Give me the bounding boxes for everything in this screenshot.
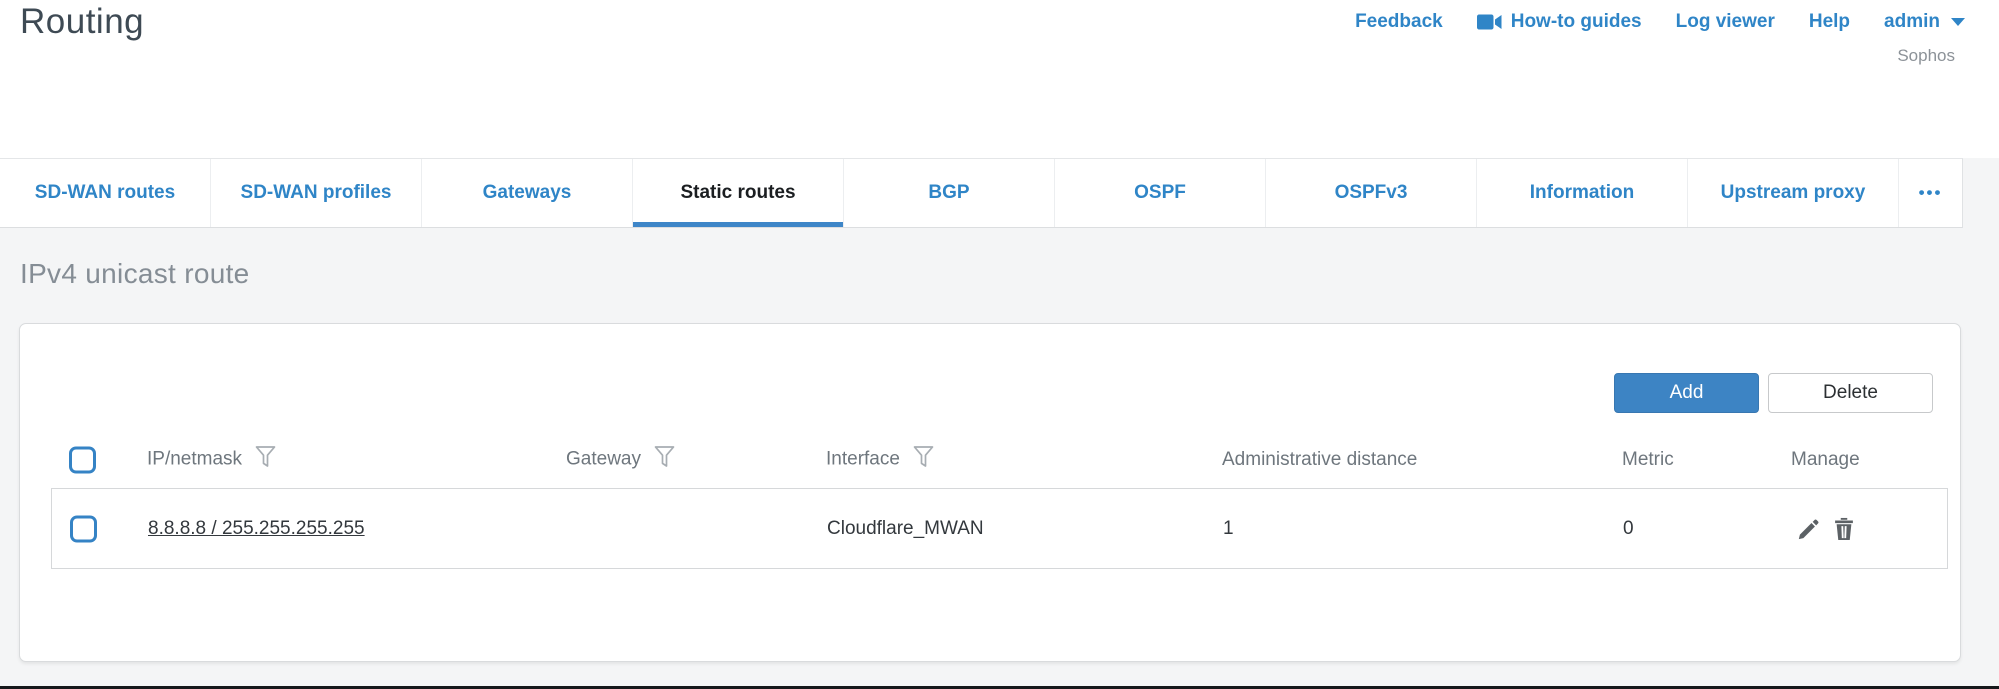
feedback-link[interactable]: Feedback <box>1355 11 1443 33</box>
row-checkbox[interactable] <box>70 515 97 542</box>
tab-bgp[interactable]: BGP <box>844 159 1055 227</box>
delete-icon[interactable] <box>1831 516 1857 542</box>
delete-button[interactable]: Delete <box>1768 373 1933 413</box>
tab-overflow-menu[interactable]: ••• <box>1899 159 1962 227</box>
section-heading: IPv4 unicast route <box>20 258 250 290</box>
header-nav: Feedback How-to guides Log viewer Help a… <box>1355 11 1965 33</box>
help-link[interactable]: Help <box>1809 11 1850 33</box>
table-row: 8.8.8.8 / 255.255.255.255 Cloudflare_MWA… <box>51 488 1948 569</box>
tab-sdwan-profiles[interactable]: SD-WAN profiles <box>211 159 422 227</box>
routing-tabbar: SD-WAN routes SD-WAN profiles Gateways S… <box>0 158 1963 228</box>
admin-menu[interactable]: admin <box>1884 11 1965 33</box>
page-title: Routing <box>20 2 144 42</box>
tab-static-routes[interactable]: Static routes <box>633 159 844 227</box>
page-header: Routing Feedback How-to guides Log viewe… <box>0 0 1999 158</box>
tab-ospfv3[interactable]: OSPFv3 <box>1266 159 1477 227</box>
caret-down-icon <box>1951 18 1965 26</box>
route-interface-cell: Cloudflare_MWAN <box>827 518 984 540</box>
column-administrative-distance: Administrative distance <box>1222 449 1417 471</box>
log-viewer-link[interactable]: Log viewer <box>1676 11 1775 33</box>
tab-information[interactable]: Information <box>1477 159 1688 227</box>
howto-guides-link[interactable]: How-to guides <box>1477 11 1642 33</box>
filter-icon[interactable] <box>255 445 276 474</box>
column-gateway: Gateway <box>566 445 675 474</box>
route-manage-cell <box>1796 516 1857 542</box>
column-manage: Manage <box>1791 449 1860 471</box>
route-ip-netmask-link[interactable]: 8.8.8.8 / 255.255.255.255 <box>148 518 365 540</box>
select-all-checkbox[interactable] <box>69 446 96 473</box>
tab-sdwan-routes[interactable]: SD-WAN routes <box>0 159 211 227</box>
column-interface: Interface <box>826 445 934 474</box>
table-header-row: IP/netmask Gateway Interface Administrat… <box>20 431 1960 488</box>
routing-page: Routing Feedback How-to guides Log viewe… <box>0 0 1999 689</box>
add-button[interactable]: Add <box>1614 373 1759 413</box>
route-metric-cell: 0 <box>1623 518 1634 540</box>
column-ip-netmask: IP/netmask <box>147 445 276 474</box>
route-administrative-distance-cell: 1 <box>1223 518 1234 540</box>
column-metric: Metric <box>1622 449 1674 471</box>
static-routes-panel: Add Delete IP/netmask Gateway Interface <box>19 323 1961 662</box>
video-camera-icon <box>1477 13 1502 31</box>
filter-icon[interactable] <box>654 445 675 474</box>
tab-upstream-proxy[interactable]: Upstream proxy <box>1688 159 1899 227</box>
tab-ospf[interactable]: OSPF <box>1055 159 1266 227</box>
brand-label: Sophos <box>1897 46 1955 66</box>
tab-gateways[interactable]: Gateways <box>422 159 633 227</box>
filter-icon[interactable] <box>913 445 934 474</box>
edit-icon[interactable] <box>1796 516 1822 542</box>
